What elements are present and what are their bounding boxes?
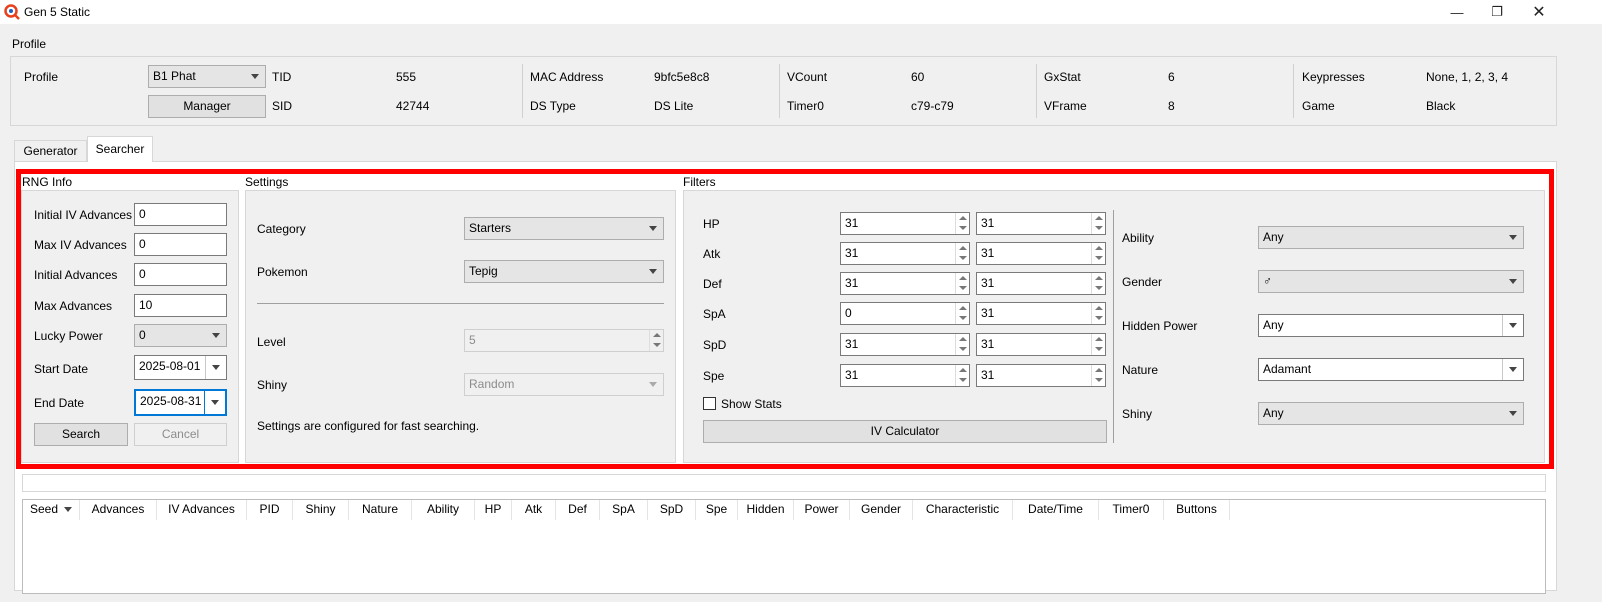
column-header-hp[interactable]: HP [475,500,512,520]
game-label: Game [1302,99,1335,113]
mac-label: MAC Address [530,70,604,84]
column-header-timer0[interactable]: Timer0 [1099,500,1164,520]
settings-title: Settings [245,175,289,189]
sid-label: SID [272,99,293,113]
dstype-label: DS Type [530,99,576,113]
column-header-buttons[interactable]: Buttons [1164,500,1230,520]
tab-generator[interactable]: Generator [14,140,87,162]
column-header-power[interactable]: Power [794,500,850,520]
filters-title: Filters [683,175,716,189]
tab-generator-label: Generator [23,144,78,158]
vframe-label: VFrame [1044,99,1087,113]
tab-searcher-label: Searcher [95,142,145,156]
column-header-ability[interactable]: Ability [412,500,475,520]
restore-button[interactable]: ❐ [1474,0,1520,24]
gxstat-label: GxStat [1044,70,1081,84]
profile-group-title: Profile [12,37,47,51]
close-button[interactable]: ✕ [1516,0,1562,24]
app-icon [4,4,20,20]
column-header-spd[interactable]: SpD [648,500,696,520]
column-header-spe[interactable]: Spe [696,500,738,520]
column-header-iv-advances[interactable]: IV Advances [157,500,247,520]
column-header-advances[interactable]: Advances [80,500,157,520]
timer0-value: c79-c79 [911,99,954,113]
splitter-bar[interactable] [22,474,1546,492]
column-header-spa[interactable]: SpA [600,500,648,520]
window-title: Gen 5 Static [24,5,91,19]
profile-label: Profile [24,70,59,84]
manager-button[interactable]: Manager [148,95,266,118]
column-header-gender[interactable]: Gender [850,500,913,520]
column-header-shiny[interactable]: Shiny [293,500,349,520]
mac-value: 9bfc5e8c8 [654,70,710,84]
gxstat-value: 6 [1168,70,1175,84]
divider [1293,64,1294,118]
vframe-value: 8 [1168,99,1175,113]
vcount-label: VCount [787,70,828,84]
keypresses-label: Keypresses [1302,70,1365,84]
highlight-box [16,169,1554,469]
divider [522,64,523,118]
keypresses-value: None, 1, 2, 3, 4 [1426,70,1509,84]
column-header-pid[interactable]: PID [247,500,293,520]
column-header-hidden[interactable]: Hidden [738,500,794,520]
vcount-value: 60 [911,70,925,84]
chevron-down-icon [251,74,259,79]
timer0-label: Timer0 [787,99,824,113]
tab-searcher[interactable]: Searcher [87,136,153,162]
rng-info-title: RNG Info [22,175,73,189]
divider [779,64,780,118]
dstype-value: DS Lite [654,99,694,113]
tid-label: TID [272,70,292,84]
column-header-date-time[interactable]: Date/Time [1013,500,1099,520]
profile-value: B1 Phat [153,69,196,83]
column-header-atk[interactable]: Atk [512,500,556,520]
title-bar: Gen 5 Static — ❐ ✕ [0,0,1602,24]
profile-select[interactable]: B1 Phat [148,65,266,88]
column-header-characteristic[interactable]: Characteristic [913,500,1013,520]
column-header-seed[interactable]: Seed [23,500,80,520]
tid-value: 555 [396,70,417,84]
column-header-def[interactable]: Def [556,500,600,520]
game-value: Black [1426,99,1456,113]
sid-value: 42744 [396,99,430,113]
column-header-nature[interactable]: Nature [349,500,412,520]
divider [1036,64,1037,118]
sort-arrow-icon [64,507,73,513]
